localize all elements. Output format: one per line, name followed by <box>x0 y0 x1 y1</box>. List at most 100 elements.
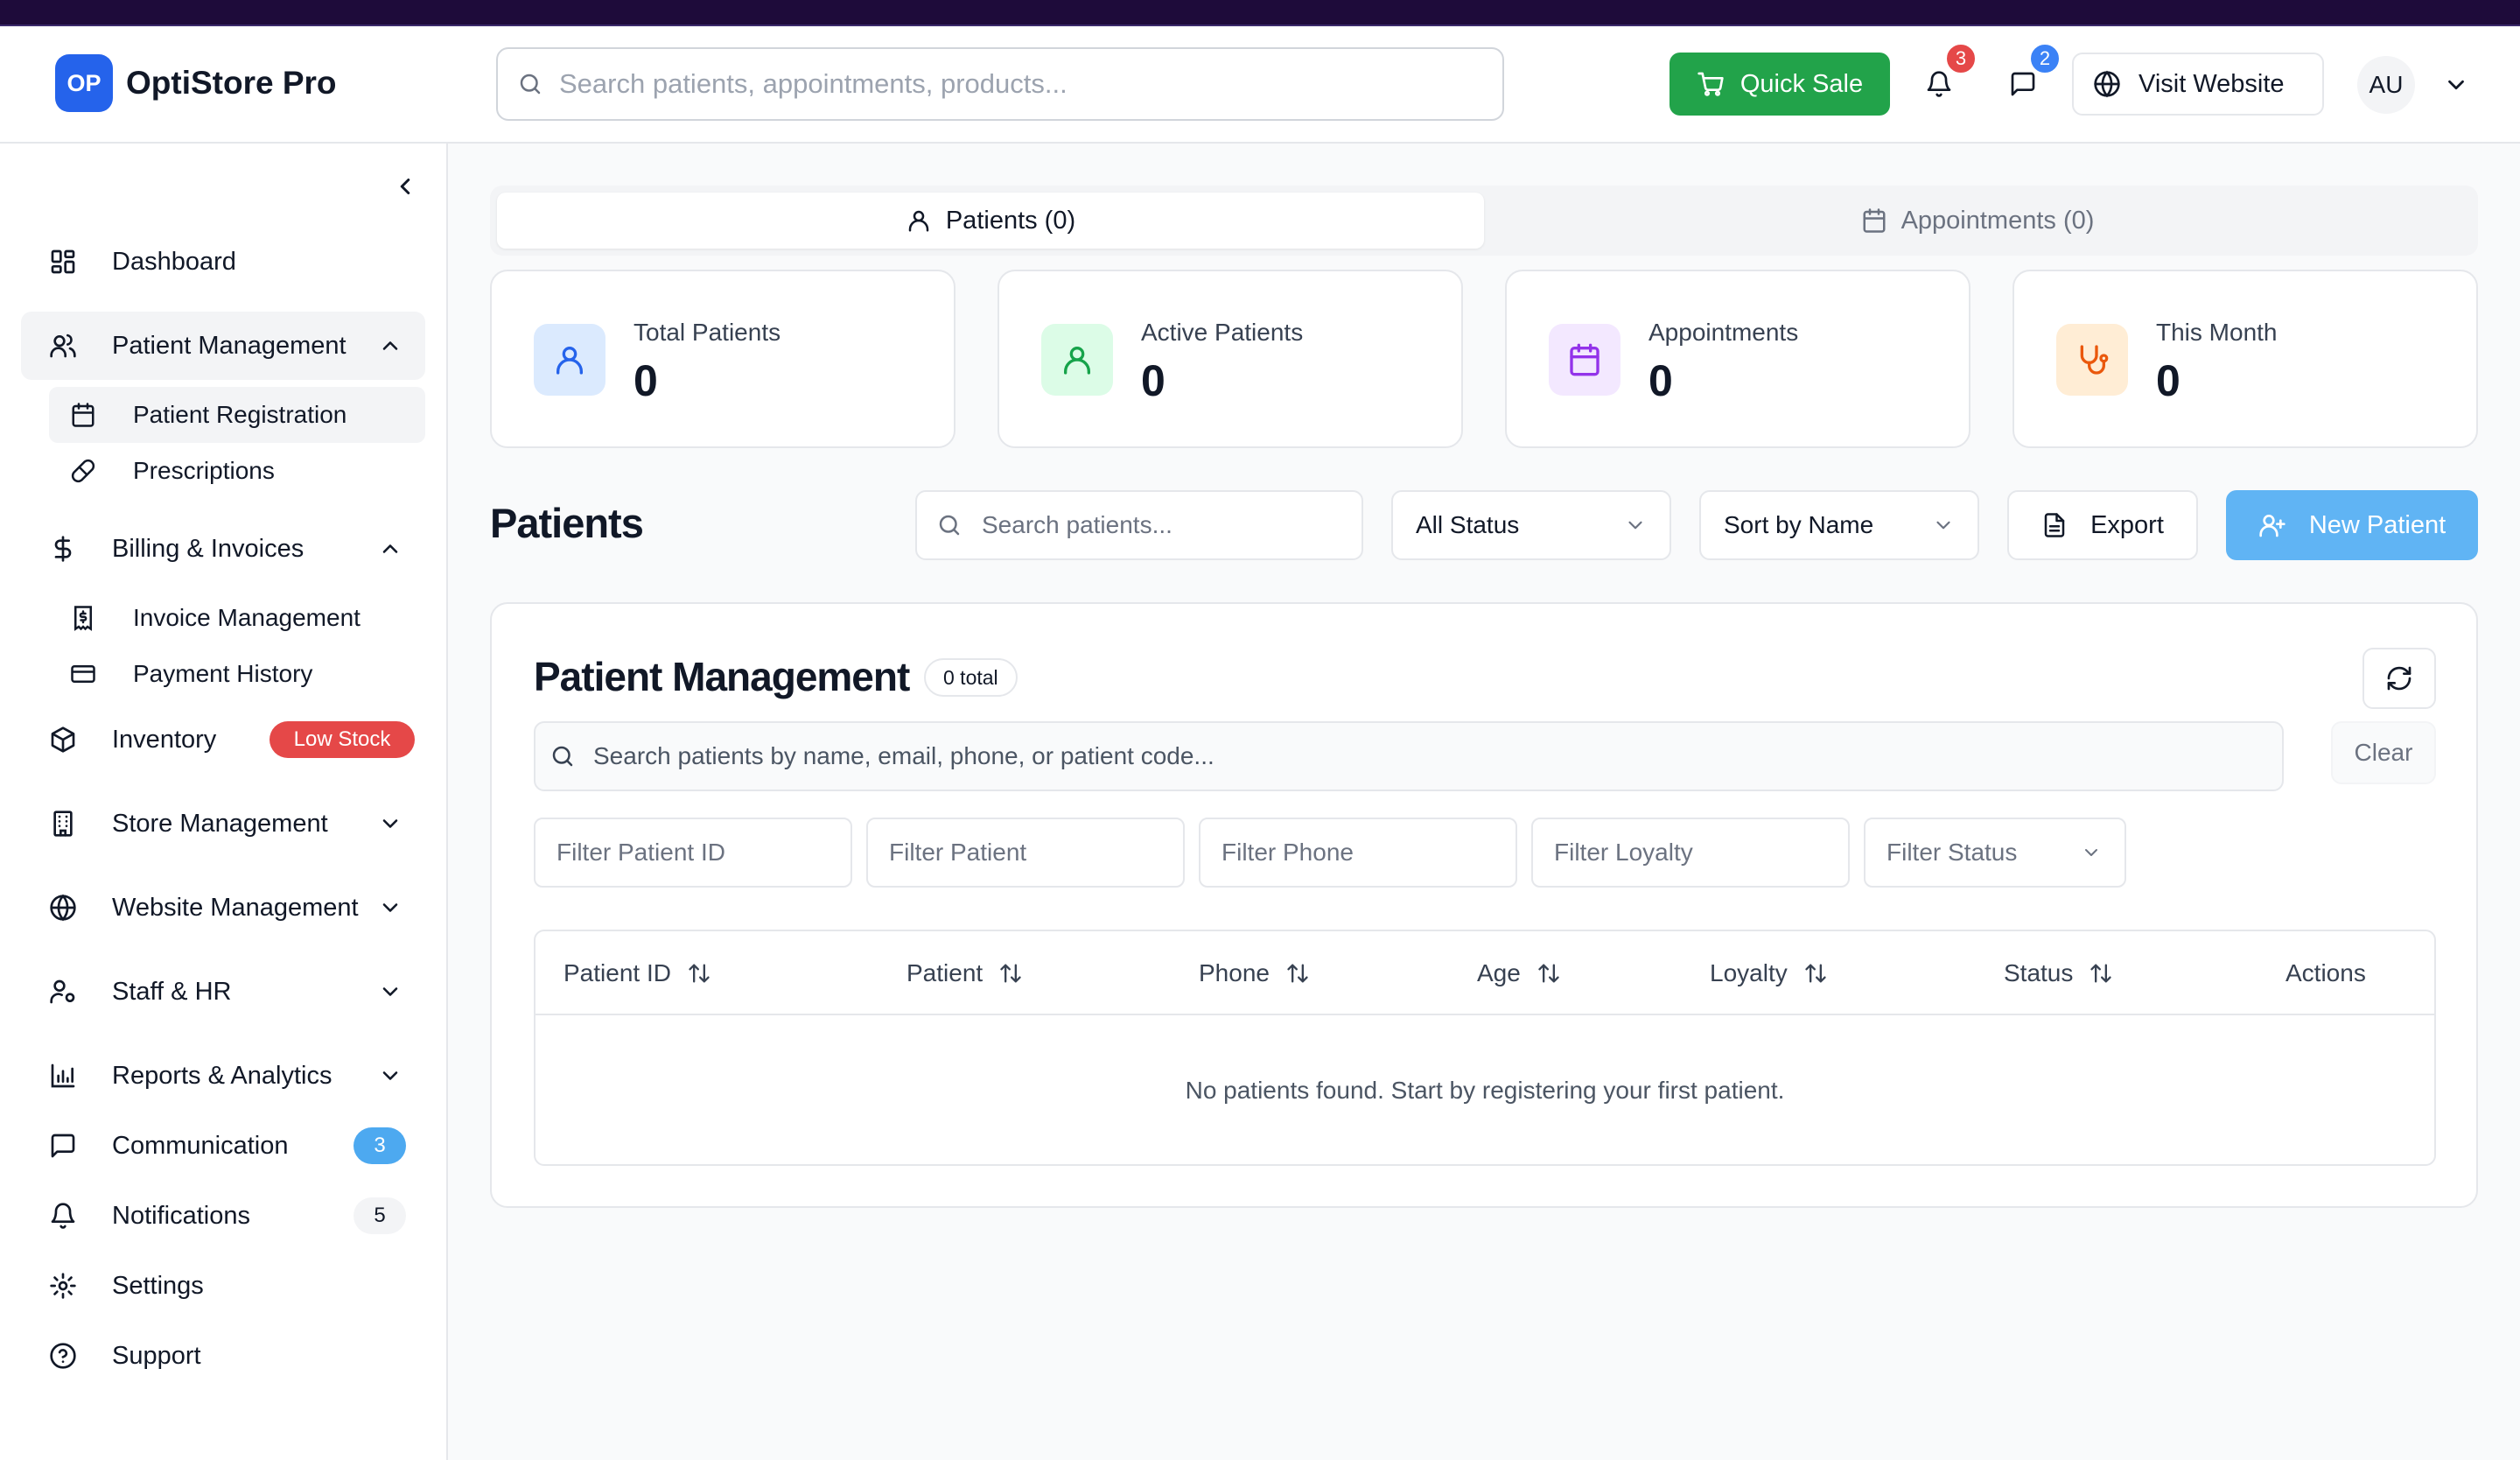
sidebar-item-staff-hr[interactable]: Staff & HR <box>21 958 425 1026</box>
sort-select[interactable]: Sort by Name <box>1699 490 1979 560</box>
column-header-label: Patient ID <box>564 959 671 986</box>
visit-website-button[interactable]: Visit Website <box>2072 53 2324 116</box>
sidebar-item-label: Dashboard <box>112 247 236 276</box>
chevron-down-icon <box>378 979 402 1004</box>
sort-arrows-icon <box>2089 961 2113 986</box>
sidebar: Dashboard Patient Management Patient Reg… <box>0 144 448 1460</box>
page-title: Patients <box>490 500 644 546</box>
sidebar-subitem-invoice-management[interactable]: Invoice Management <box>49 590 425 646</box>
chevron-down-icon <box>2081 842 2102 863</box>
sidebar-item-label: Support <box>112 1341 201 1370</box>
sidebar-item-website-management[interactable]: Website Management <box>21 874 425 942</box>
collapse-sidebar-icon[interactable] <box>392 173 418 200</box>
tab-label: Appointments (0) <box>1900 206 2095 235</box>
new-patient-button[interactable]: New Patient <box>2226 490 2478 560</box>
sidebar-item-support[interactable]: Support <box>21 1322 425 1390</box>
sidebar-subitem-prescriptions[interactable]: Prescriptions <box>49 443 425 499</box>
column-header-label: Actions <box>2286 959 2366 986</box>
sidebar-item-dashboard[interactable]: Dashboard <box>21 228 425 296</box>
patients-search-input[interactable] <box>982 511 1349 539</box>
calendar-icon <box>70 402 96 428</box>
messages-count-badge: 2 <box>2028 42 2062 75</box>
column-header-loyalty[interactable]: Loyalty <box>1710 931 1828 1015</box>
column-header-label: Phone <box>1199 959 1270 986</box>
status-filter-select[interactable]: All Status <box>1391 490 1671 560</box>
tab-label: Patients (0) <box>945 206 1076 235</box>
patient-management-card: Patient Management 0 total Clear Filter … <box>490 602 2478 1208</box>
tab-patients[interactable]: Patients (0) <box>497 193 1484 249</box>
patients-table: Patient ID Patient Phone Age Loyalty Sta… <box>534 930 2436 1166</box>
patients-search[interactable] <box>915 490 1363 560</box>
column-header-patient-id[interactable]: Patient ID <box>564 931 711 1015</box>
sidebar-subitem-patient-registration[interactable]: Patient Registration <box>49 387 425 443</box>
stat-card-this-month: This Month 0 <box>2012 270 2478 448</box>
filter-status-select[interactable]: Filter Status <box>1864 818 2126 888</box>
sidebar-subitem-label: Patient Registration <box>133 401 347 428</box>
stat-label: This Month <box>2156 319 2278 346</box>
column-header-label: Loyalty <box>1710 959 1788 986</box>
chevron-up-icon <box>378 537 402 561</box>
export-label: Export <box>2090 510 2164 539</box>
management-search-input[interactable] <box>593 742 2256 770</box>
column-header-actions: Actions <box>2286 931 2366 1015</box>
column-header-age[interactable]: Age <box>1477 931 1561 1015</box>
sort-arrows-icon <box>687 961 711 986</box>
export-button[interactable]: Export <box>2007 490 2198 560</box>
quick-sale-label: Quick Sale <box>1740 69 1864 98</box>
sidebar-item-label: Notifications <box>112 1201 250 1230</box>
column-header-phone[interactable]: Phone <box>1199 931 1310 1015</box>
user-icon <box>906 207 932 234</box>
tab-appointments[interactable]: Appointments (0) <box>1484 193 2471 249</box>
sidebar-item-billing[interactable]: Billing & Invoices <box>21 515 425 583</box>
sidebar-item-label: Website Management <box>112 893 359 922</box>
sidebar-item-patient-management[interactable]: Patient Management <box>21 312 425 380</box>
bar-chart-icon <box>49 1062 77 1090</box>
sort-arrows-icon <box>1285 961 1310 986</box>
user-avatar[interactable]: AU <box>2357 56 2415 114</box>
chevron-down-icon <box>378 895 402 920</box>
sidebar-subitem-label: Invoice Management <box>133 604 360 631</box>
quick-sale-button[interactable]: Quick Sale <box>1670 53 1890 116</box>
stat-card-active-patients: Active Patients 0 <box>998 270 1463 448</box>
column-header-status[interactable]: Status <box>2004 931 2113 1015</box>
sidebar-item-communication[interactable]: Communication 3 <box>21 1112 425 1180</box>
user-icon <box>534 324 606 396</box>
browser-tab-strip <box>0 0 2520 26</box>
chevron-down-icon <box>378 811 402 836</box>
total-count-badge: 0 total <box>924 658 1018 697</box>
refresh-button[interactable] <box>2362 648 2436 709</box>
user-menu-chevron-icon[interactable] <box>2443 72 2469 98</box>
column-header-patient[interactable]: Patient <box>906 931 1023 1015</box>
global-search[interactable] <box>496 47 1504 121</box>
sort-arrows-icon <box>998 961 1023 986</box>
notifications-button[interactable]: 3 <box>1911 42 1978 112</box>
file-text-icon <box>2041 512 2068 538</box>
filter-loyalty-input[interactable] <box>1531 818 1850 888</box>
chevron-up-icon <box>378 333 402 358</box>
column-header-label: Patient <box>906 959 984 986</box>
pill-icon <box>70 458 96 484</box>
messages-button[interactable]: 2 <box>1995 42 2062 112</box>
calendar-icon <box>1861 207 1887 234</box>
sidebar-item-inventory[interactable]: Inventory Low Stock <box>21 705 425 774</box>
filter-phone-input[interactable] <box>1199 818 1517 888</box>
status-filter-value: All Status <box>1416 511 1520 538</box>
management-search[interactable] <box>534 721 2284 791</box>
user-plus-icon <box>2258 511 2286 539</box>
sidebar-item-label: Reports & Analytics <box>112 1061 332 1090</box>
filter-patient-input[interactable] <box>866 818 1185 888</box>
card-title: Patient Management <box>534 654 910 699</box>
sidebar-item-label: Patient Management <box>112 331 346 360</box>
filter-patient-id-input[interactable] <box>534 818 852 888</box>
sidebar-subitem-payment-history[interactable]: Payment History <box>49 646 425 702</box>
global-search-input[interactable] <box>559 68 1434 100</box>
clear-button[interactable]: Clear <box>2331 721 2436 784</box>
sidebar-item-settings[interactable]: Settings <box>21 1252 425 1320</box>
sidebar-item-reports[interactable]: Reports & Analytics <box>21 1042 425 1110</box>
sidebar-item-notifications[interactable]: Notifications 5 <box>21 1182 425 1250</box>
stat-label: Active Patients <box>1141 319 1304 346</box>
receipt-icon <box>70 605 96 631</box>
sidebar-item-store-management[interactable]: Store Management <box>21 790 425 858</box>
credit-card-icon <box>70 661 96 687</box>
sidebar-item-label: Billing & Invoices <box>112 534 304 563</box>
